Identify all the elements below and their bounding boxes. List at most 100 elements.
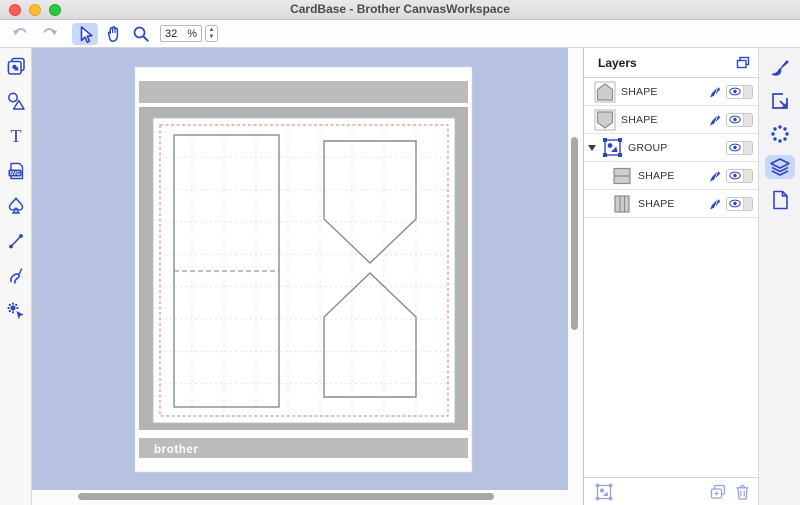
horizontal-scrollbar[interactable] xyxy=(78,493,494,500)
layer-thumbnail xyxy=(611,165,633,187)
redo-icon xyxy=(39,24,59,44)
visibility-off-segment[interactable] xyxy=(743,114,752,126)
edit-transform-button[interactable] xyxy=(765,89,795,113)
edit-pen-icon[interactable] xyxy=(708,197,722,211)
decorative-shape-button[interactable] xyxy=(4,194,28,218)
zoom-tool-button[interactable] xyxy=(128,23,154,45)
zoom-unit: % xyxy=(187,28,197,40)
shapes-tool-button[interactable] xyxy=(4,89,28,113)
page-icon xyxy=(769,189,791,211)
layers-panel-header: Layers xyxy=(584,48,758,78)
svg-import-icon: SVG xyxy=(5,160,27,182)
select-tool-button[interactable] xyxy=(72,23,98,45)
visibility-toggle[interactable] xyxy=(726,141,753,155)
line-icon xyxy=(5,230,27,252)
color-brush-icon xyxy=(769,57,791,79)
titlebar: CardBase - Brother CanvasWorkspace xyxy=(0,0,800,20)
layer-row-group[interactable]: GROUP xyxy=(584,134,758,162)
svg-text:T: T xyxy=(10,126,21,146)
layer-label: GROUP xyxy=(628,142,668,154)
split-vertical-thumb-icon xyxy=(611,193,633,215)
canvas-container: brother xyxy=(32,48,583,505)
hand-icon xyxy=(103,24,123,44)
visibility-toggle[interactable] xyxy=(726,85,753,99)
visibility-toggle[interactable] xyxy=(726,113,753,127)
select-image-icon xyxy=(595,483,613,501)
eye-icon xyxy=(729,143,741,152)
split-horizontal-thumb-icon xyxy=(611,165,633,187)
eye-icon xyxy=(729,199,741,208)
layers-panel-footer xyxy=(584,477,758,505)
layers-panel: Layers SHAPE xyxy=(583,48,758,505)
edit-pen-icon[interactable] xyxy=(708,169,722,183)
stepper-up-icon: ▲ xyxy=(209,27,215,34)
color-properties-button[interactable] xyxy=(765,56,795,80)
edit-pen-icon[interactable] xyxy=(708,113,722,127)
mat-top-band xyxy=(139,81,468,103)
window-title: CardBase - Brother CanvasWorkspace xyxy=(0,0,800,19)
layers-icon xyxy=(769,156,791,178)
layer-row-shape-3[interactable]: SHAPE xyxy=(584,162,758,190)
edit-transform-icon xyxy=(769,90,791,112)
page-settings-button[interactable] xyxy=(765,188,795,212)
hand-tool-button[interactable] xyxy=(100,23,126,45)
eye-icon xyxy=(729,87,741,96)
visibility-toggle[interactable] xyxy=(726,169,753,183)
pentagon-down-thumb-icon xyxy=(594,109,616,131)
canvas-drawing: brother xyxy=(32,48,568,490)
pattern-library-button[interactable] xyxy=(4,54,28,78)
undo-icon xyxy=(11,24,31,44)
svg-text:SVG: SVG xyxy=(9,171,20,177)
select-image-button[interactable] xyxy=(594,482,614,502)
select-arrow-icon xyxy=(75,24,95,44)
svg-import-button[interactable]: SVG xyxy=(4,159,28,183)
visibility-toggle[interactable] xyxy=(726,197,753,211)
delete-layer-button[interactable] xyxy=(732,482,752,502)
layer-row-shape-4[interactable]: SHAPE xyxy=(584,190,758,218)
tool-sidebar: T SVG xyxy=(0,48,32,505)
line-tool-button[interactable] xyxy=(4,229,28,253)
visibility-off-segment[interactable] xyxy=(743,170,752,182)
layer-thumbnail xyxy=(611,193,633,215)
zoom-stepper[interactable]: ▲ ▼ xyxy=(205,25,218,42)
pattern-select-icon xyxy=(5,300,27,322)
duplicate-icon xyxy=(710,484,726,500)
pattern-select-button[interactable] xyxy=(4,299,28,323)
layer-row-shape-2[interactable]: SHAPE xyxy=(584,106,758,134)
visibility-off-segment[interactable] xyxy=(743,142,752,154)
layer-row-shape-1[interactable]: SHAPE xyxy=(584,78,758,106)
layers-panel-button[interactable] xyxy=(765,155,795,179)
pattern-library-icon xyxy=(5,55,27,77)
vertical-scrollbar[interactable] xyxy=(571,137,578,330)
text-tool-button[interactable]: T xyxy=(4,124,28,148)
zoom-value: 32 xyxy=(165,28,177,40)
layer-label: SHAPE xyxy=(638,198,675,210)
curve-tool-button[interactable] xyxy=(4,264,28,288)
trash-icon xyxy=(735,484,750,500)
panel-collapse-button[interactable] xyxy=(736,56,750,69)
zoom-level-field[interactable]: 32 % xyxy=(160,25,202,42)
overlapping-panels-icon xyxy=(736,56,750,69)
layer-thumbnail xyxy=(594,109,616,131)
visibility-off-segment[interactable] xyxy=(743,86,752,98)
disclosure-triangle-icon[interactable] xyxy=(588,145,596,151)
pentagon-up-thumb-icon xyxy=(594,81,616,103)
right-panel-strip xyxy=(758,48,800,505)
app-window: CardBase - Brother CanvasWorkspace xyxy=(0,0,800,505)
magnifier-icon xyxy=(131,24,151,44)
edit-pen-icon[interactable] xyxy=(708,85,722,99)
effects-button[interactable] xyxy=(765,122,795,146)
canvas-viewport[interactable]: brother xyxy=(32,48,568,490)
brother-logo: brother xyxy=(154,444,198,456)
redo-button[interactable] xyxy=(36,23,62,45)
toolbar: 32 % ▲ ▼ xyxy=(0,20,800,48)
visibility-off-segment[interactable] xyxy=(743,198,752,210)
curve-icon xyxy=(5,265,27,287)
layer-thumbnail xyxy=(601,137,623,159)
layer-thumbnail xyxy=(594,81,616,103)
undo-button[interactable] xyxy=(8,23,34,45)
layer-label: SHAPE xyxy=(621,114,658,126)
layers-panel-title: Layers xyxy=(598,56,637,70)
text-icon: T xyxy=(5,125,27,147)
duplicate-layer-button[interactable] xyxy=(708,482,728,502)
